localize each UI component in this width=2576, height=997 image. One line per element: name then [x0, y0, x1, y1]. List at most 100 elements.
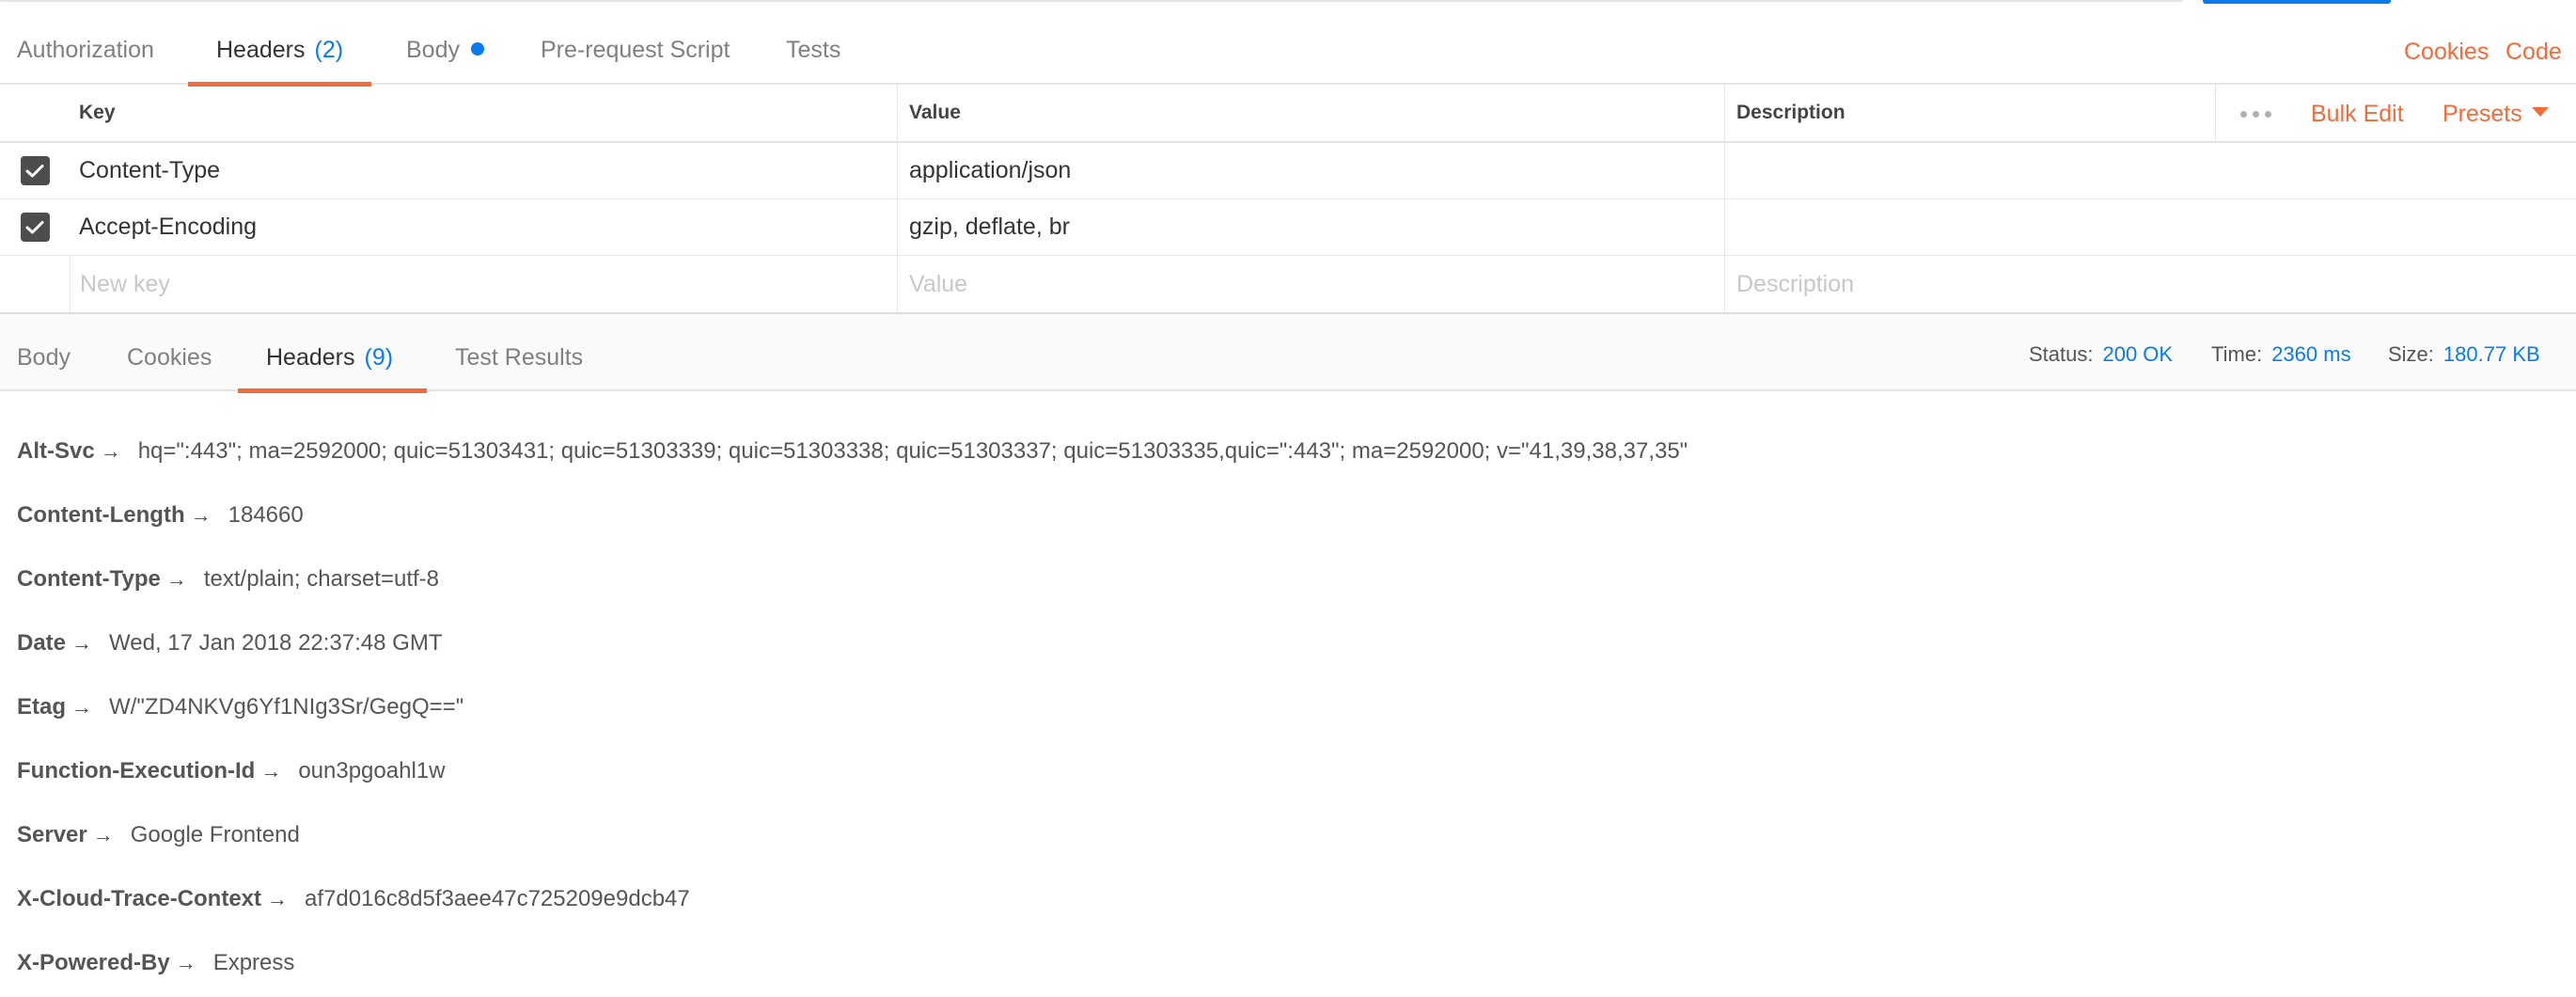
row-checkbox-cell — [0, 199, 70, 255]
tab-tests-label: Tests — [786, 37, 841, 63]
tab-prerequest-script[interactable]: Pre-request Script — [541, 21, 730, 83]
response-header-key: Content-Type — [17, 566, 161, 592]
time-value[interactable]: 2360 ms — [2271, 342, 2350, 366]
tab-body-label: Body — [406, 37, 460, 63]
tab-tests[interactable]: Tests — [786, 21, 840, 83]
list-item: Server → Google Frontend — [17, 803, 2555, 867]
new-value-input[interactable]: Value — [897, 256, 1724, 312]
time-meta: Time: 2360 ms — [2211, 314, 2351, 389]
request-tabs: Authorization Headers (2) Body Pre-reques… — [0, 21, 2576, 87]
tab-response-headers[interactable]: Headers (9) — [238, 314, 428, 393]
arrow-right-icon: → — [267, 887, 289, 910]
status-value[interactable]: 200 OK — [2102, 342, 2173, 366]
response-header-value: W/"ZD4NKVg6Yf1NIg3Sr/GegQ==" — [109, 694, 464, 720]
response-header-key: Etag — [17, 694, 67, 720]
table-header-row: Key Value Description Bulk Edit Presets — [0, 85, 2576, 143]
tab-headers-label: Headers — [216, 37, 306, 63]
response-header-key: Content-Length — [17, 502, 185, 528]
response-tabs: Body Cookies Headers (9) Test Results Sta… — [0, 314, 2576, 393]
response-header-key: Function-Execution-Id — [17, 758, 256, 783]
time-label: Time: — [2211, 342, 2263, 366]
response-header-value: af7d016c8d5f3aee47c725209e9dcb47 — [305, 886, 690, 911]
header-key-field[interactable]: Content-Type — [70, 143, 897, 198]
header-value-field[interactable]: gzip, deflate, br — [897, 199, 1724, 255]
arrow-right-icon: → — [175, 951, 196, 974]
list-item: Function-Execution-Id → oun3pgoahl1w — [17, 739, 2555, 803]
response-header-key: Server — [17, 822, 87, 847]
arrow-right-icon: → — [71, 631, 93, 655]
table-row: Accept-Encoding gzip, deflate, br — [0, 199, 2576, 256]
arrow-right-icon: → — [71, 695, 93, 719]
arrow-right-icon: → — [92, 823, 114, 847]
list-item: Alt-Svc → hq=":443"; ma=2592000; quic=5130… — [17, 419, 2555, 483]
response-header-value: 184660 — [228, 502, 304, 528]
arrow-right-icon: → — [190, 503, 212, 527]
row-enabled-checkbox[interactable] — [20, 213, 50, 242]
presets-label: Presets — [2442, 100, 2522, 127]
row-enabled-checkbox[interactable] — [20, 156, 50, 185]
tab-authorization-label: Authorization — [17, 37, 154, 63]
response-header-value: Express — [212, 950, 295, 975]
response-header-value: text/plain; charset=utf-8 — [203, 566, 440, 592]
code-link[interactable]: Code — [2505, 21, 2562, 83]
list-item: Date → Wed, 17 Jan 2018 22:37:48 GMT — [17, 611, 2555, 675]
list-item: Content-Length → 184660 — [17, 483, 2555, 547]
response-header-value: Wed, 17 Jan 2018 22:37:48 GMT — [109, 630, 443, 656]
response-header-key: Date — [17, 630, 67, 656]
new-header-row: New key Value Description — [0, 256, 2576, 312]
size-meta: Size: 180.77 KB — [2388, 314, 2540, 389]
table-row: Content-Type application/json — [0, 143, 2576, 199]
column-key: Key — [79, 102, 116, 123]
tab-response-body[interactable]: Body — [17, 314, 71, 389]
header-description-field[interactable] — [1724, 199, 2576, 255]
response-header-key: X-Cloud-Trace-Context — [17, 886, 262, 911]
list-item: Content-Type → text/plain; charset=utf-8 — [17, 547, 2555, 611]
caret-down-icon — [2531, 107, 2549, 117]
tab-headers[interactable]: Headers (2) — [188, 21, 372, 87]
response-header-key: X-Powered-By — [17, 950, 170, 975]
presets-dropdown[interactable]: Presets — [2442, 85, 2549, 143]
header-description-field[interactable] — [1724, 143, 2576, 198]
header-key-field[interactable]: Accept-Encoding — [70, 199, 897, 255]
row-checkbox-cell — [0, 143, 70, 198]
bulk-edit-button[interactable]: Bulk Edit — [2311, 85, 2404, 143]
top-edge — [0, 0, 2576, 4]
tab-authorization[interactable]: Authorization — [17, 21, 154, 83]
response-header-value: hq=":443"; ma=2592000; quic=51303431; qu… — [137, 438, 1689, 464]
status-meta: Status: 200 OK — [2029, 314, 2173, 389]
tab-body[interactable]: Body — [406, 21, 484, 83]
size-value[interactable]: 180.77 KB — [2443, 342, 2540, 366]
list-item: Etag → W/"ZD4NKVg6Yf1NIg3Sr/GegQ==" — [17, 675, 2555, 739]
arrow-right-icon: → — [260, 759, 282, 783]
arrow-right-icon: → — [165, 567, 187, 591]
arrow-right-icon: → — [100, 439, 121, 463]
more-options-icon[interactable] — [2215, 85, 2296, 143]
new-key-input[interactable]: New key — [70, 256, 897, 312]
response-header-value: Google Frontend — [130, 822, 300, 847]
status-label: Status: — [2029, 342, 2094, 366]
tab-response-cookies[interactable]: Cookies — [127, 314, 212, 389]
list-item: X-Powered-By → Express — [17, 931, 2555, 995]
checkmark-icon — [25, 164, 44, 177]
url-bar-edge[interactable] — [0, 0, 2183, 2]
tab-headers-count: (2) — [314, 37, 344, 63]
request-headers-table: Key Value Description Bulk Edit Presets … — [0, 85, 2576, 314]
column-value: Value — [897, 85, 1724, 141]
list-item: X-Cloud-Trace-Context → af7d016c8d5f3aee47… — [17, 867, 2555, 931]
response-header-key: Alt-Svc — [17, 438, 95, 464]
checkmark-icon — [25, 220, 44, 233]
body-modified-dot-icon — [470, 42, 484, 56]
active-tab-indicator — [238, 388, 428, 393]
tab-prerequest-label: Pre-request Script — [541, 37, 730, 63]
send-button-edge[interactable] — [2203, 0, 2391, 4]
cookies-link[interactable]: Cookies — [2404, 21, 2489, 83]
response-headers-list: Alt-Svc → hq=":443"; ma=2592000; quic=5130… — [17, 419, 2555, 995]
tab-response-headers-label: Headers — [266, 344, 355, 371]
response-header-value: oun3pgoahl1w — [298, 758, 446, 783]
tab-response-headers-count: (9) — [364, 344, 394, 371]
tab-test-results[interactable]: Test Results — [455, 314, 583, 389]
new-description-input[interactable]: Description — [1724, 256, 2576, 312]
header-value-field[interactable]: application/json — [897, 143, 1724, 198]
size-label: Size: — [2388, 342, 2434, 366]
column-description: Description — [1724, 85, 2215, 141]
